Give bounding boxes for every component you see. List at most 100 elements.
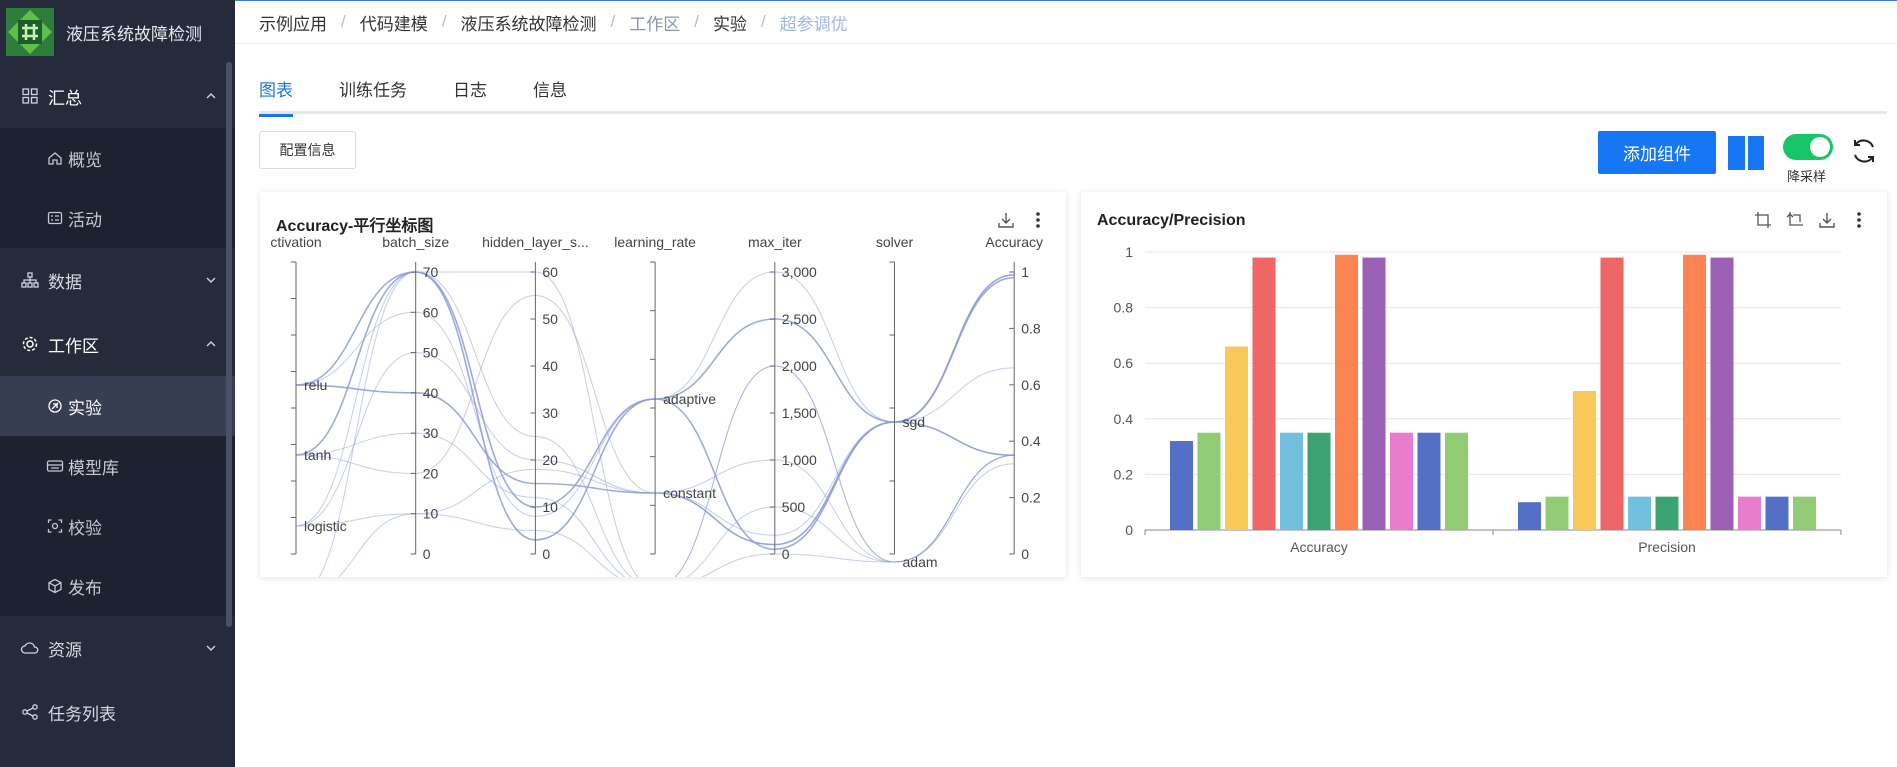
bar xyxy=(1793,496,1816,530)
bar xyxy=(1390,432,1413,530)
menu-group-label: 资源 xyxy=(48,640,82,660)
axis-label: learning_rate xyxy=(614,234,696,250)
submenu-workspace: 实验 模型库 校验 发布 xyxy=(0,376,235,616)
tick-label: 1,000 xyxy=(782,452,817,468)
breadcrumb-item[interactable]: 示例应用 xyxy=(259,10,327,35)
category-label: relu xyxy=(304,377,327,393)
tick-label: 50 xyxy=(542,311,558,327)
add-component-button[interactable]: 添加组件 xyxy=(1598,131,1716,174)
bar-chart: 0 0.2 0.4 0.6 0.8 1 Accuracy Precision xyxy=(1114,244,1842,555)
tick-label: 10 xyxy=(423,506,439,522)
sidebar-item-activity[interactable]: 活动 xyxy=(0,188,235,248)
tick-label: 70 xyxy=(423,264,439,280)
tab-info[interactable]: 信息 xyxy=(533,78,567,114)
sidebar-item-label: 模型库 xyxy=(68,458,119,478)
bar xyxy=(1628,496,1651,530)
tick-label: 30 xyxy=(542,405,558,421)
category-label: constant xyxy=(663,485,716,501)
category-label: logistic xyxy=(304,518,347,534)
menu-group-task-list[interactable]: 任务列表 xyxy=(0,680,235,744)
y-tick-label: 0.2 xyxy=(1114,466,1134,482)
tick-label: 0.2 xyxy=(1021,490,1041,506)
menu-group-data[interactable]: 数据 xyxy=(0,248,235,312)
menu-group-label: 任务列表 xyxy=(48,704,116,724)
scan-icon xyxy=(46,517,64,535)
tab-charts[interactable]: 图表 xyxy=(259,78,293,117)
bar xyxy=(1307,432,1331,530)
logo-icon xyxy=(6,8,54,56)
brand[interactable]: 液压系统故障检测 xyxy=(0,0,235,64)
layout-columns-icon[interactable] xyxy=(1728,136,1764,170)
chevron-up-icon xyxy=(206,341,216,347)
category-label: sgd xyxy=(903,414,926,430)
sidebar-item-experiment[interactable]: 实验 xyxy=(0,376,235,436)
sidebar-scrollbar[interactable] xyxy=(226,62,232,627)
breadcrumb-item[interactable]: 工作区 xyxy=(629,10,680,35)
downsample-label: 降采样 xyxy=(1787,169,1827,184)
menu-group-label: 数据 xyxy=(48,272,82,292)
bar xyxy=(1170,441,1193,530)
breadcrumb-item[interactable]: 实验 xyxy=(713,10,747,35)
config-info-button[interactable]: 配置信息 xyxy=(259,131,356,169)
breadcrumb-item[interactable]: 液压系统故障检测 xyxy=(460,10,596,35)
sidebar-item-model-library[interactable]: 模型库 xyxy=(0,436,235,496)
bar xyxy=(1280,432,1303,530)
tick-label: 20 xyxy=(423,465,439,481)
sidebar-item-validation[interactable]: 校验 xyxy=(0,496,235,556)
bar xyxy=(1545,496,1569,530)
bar xyxy=(1225,346,1248,530)
breadcrumb-separator: / xyxy=(441,12,447,31)
tick-label: 50 xyxy=(423,345,439,361)
axis-label: solver xyxy=(876,234,914,250)
x-tick-label: Precision xyxy=(1638,539,1696,555)
menu-group-summary[interactable]: 汇总 xyxy=(0,64,235,128)
bar xyxy=(1335,254,1358,530)
bar xyxy=(1417,432,1441,530)
tab-logs[interactable]: 日志 xyxy=(453,78,487,114)
category-label: adam xyxy=(903,554,938,570)
tick-label: 0.8 xyxy=(1021,320,1041,336)
menu-group-label: 工作区 xyxy=(48,336,99,356)
tick-label: 3,000 xyxy=(782,264,817,280)
refresh-icon[interactable] xyxy=(1849,136,1879,166)
y-tick-label: 0.4 xyxy=(1114,411,1134,427)
axis-label: hidden_layer_s... xyxy=(482,234,589,250)
axis-label: max_iter xyxy=(748,234,802,250)
chevron-down-icon xyxy=(206,277,216,283)
database-icon xyxy=(46,457,64,475)
menu-group-resources[interactable]: 资源 xyxy=(0,616,235,680)
cloud-icon xyxy=(20,638,40,658)
category-label: adaptive xyxy=(663,391,716,407)
bar xyxy=(1600,257,1624,530)
sidebar-item-publish[interactable]: 发布 xyxy=(0,556,235,616)
sidebar-item-label: 概览 xyxy=(68,150,102,170)
experiment-icon xyxy=(46,397,64,415)
bar xyxy=(1573,391,1596,530)
downsample-toggle[interactable] xyxy=(1783,134,1833,160)
sidebar-item-label: 实验 xyxy=(68,398,102,418)
tick-label: 500 xyxy=(782,499,806,515)
sidebar-item-label: 校验 xyxy=(68,518,102,538)
bar xyxy=(1197,432,1221,530)
sidebar-item-overview[interactable]: 概览 xyxy=(0,128,235,188)
tick-label: 60 xyxy=(423,304,439,320)
menu-group-workspace[interactable]: 工作区 xyxy=(0,312,235,376)
tick-label: 10 xyxy=(542,499,558,515)
y-tick-label: 0 xyxy=(1125,522,1133,538)
bar xyxy=(1738,496,1761,530)
menu-group-label: 汇总 xyxy=(48,88,82,108)
sidebar: 液压系统故障检测 汇总 概览 活动 数据 工作区 实验 模型库 校验 发布 资源… xyxy=(0,0,235,767)
tick-label: 40 xyxy=(542,358,558,374)
hierarchy-icon xyxy=(20,270,40,290)
tick-label: 0 xyxy=(423,546,431,562)
breadcrumb-separator: / xyxy=(760,12,766,31)
tab-training-tasks[interactable]: 训练任务 xyxy=(339,78,407,114)
cube-icon xyxy=(46,577,64,595)
list-card-icon xyxy=(46,209,64,227)
bar xyxy=(1765,496,1789,530)
parallel-chart-card: Accuracy-平行坐标图 ctivation relu tanh logistic… xyxy=(260,192,1066,577)
breadcrumb-item[interactable]: 代码建模 xyxy=(360,10,428,35)
share-icon xyxy=(20,702,40,722)
home-icon xyxy=(46,149,64,167)
main-content: 示例应用 / 代码建模 / 液压系统故障检测 / 工作区 / 实验 / 超参调优… xyxy=(235,0,1897,767)
